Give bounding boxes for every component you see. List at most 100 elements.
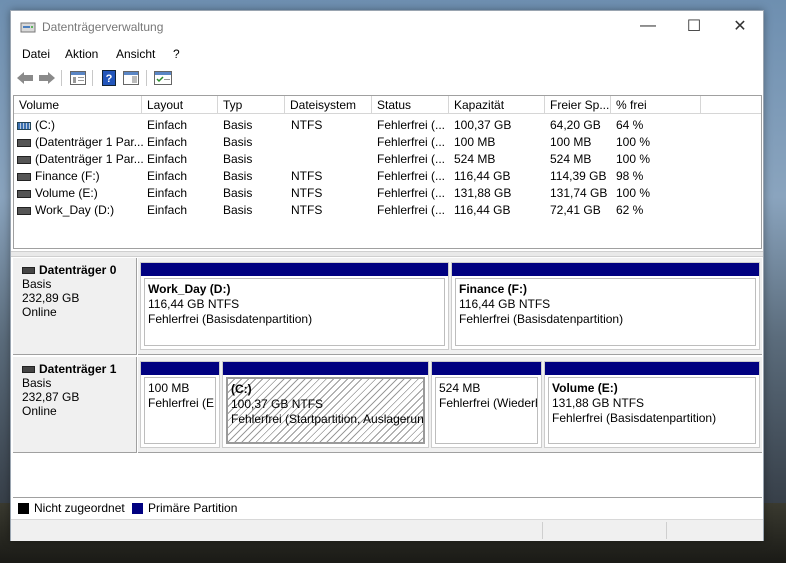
forward-button[interactable] — [38, 69, 56, 87]
partition-size: 524 MB — [439, 381, 481, 395]
cell-volume: (Datenträger 1 Par... — [17, 134, 144, 151]
cell-type: Basis — [223, 152, 253, 166]
column-header-capacity[interactable]: Kapazität — [449, 96, 545, 114]
partition-body: 524 MB Fehlerfrei (Wiederh — [435, 377, 538, 444]
column-header-free-space[interactable]: Freier Sp... — [545, 96, 611, 114]
volume-name: Finance (F:) — [35, 169, 100, 183]
cell-type: Basis — [223, 169, 253, 183]
partition-body: Work_Day (D:) 116,44 GB NTFS Fehlerfrei … — [144, 278, 445, 346]
disk-0-label[interactable]: Datenträger 0 Basis 232,89 GB Online — [13, 258, 137, 355]
cell-layout: Einfach — [147, 135, 188, 149]
table-row[interactable]: (Datenträger 1 Par... Einfach Basis Fehlerf… — [14, 134, 761, 151]
cell-percent-free: 62 % — [616, 203, 644, 217]
cell-percent-free: 98 % — [616, 169, 644, 183]
partition-volume-e[interactable]: Volume (E:) 131,88 GB NTFS Fehlerfrei (B… — [544, 361, 760, 448]
unallocated-legend-label: Nicht zugeordnet — [34, 501, 125, 515]
volume-name: Volume (E:) — [35, 186, 98, 200]
cell-filesystem: NTFS — [291, 118, 323, 132]
partition-size: 100 MB — [148, 381, 190, 395]
partition-size: 116,44 GB NTFS — [459, 297, 551, 311]
status-bar-divider — [542, 522, 543, 539]
volume-icon — [17, 189, 31, 198]
table-row[interactable]: (Datenträger 1 Par... Einfach Basis Fehlerf… — [14, 151, 761, 168]
toolbar-separator — [146, 70, 147, 86]
partition-status: Fehlerfrei (EF — [148, 396, 216, 410]
partition-body: (C:) 100,37 GB NTFS Fehlerfrei (Startpar… — [226, 377, 425, 444]
help-button[interactable]: ? — [100, 69, 118, 87]
disk-0-title: Datenträger 0 — [22, 263, 136, 277]
table-row[interactable]: Finance (F:) Einfach Basis NTFS Fehlerfrei (… — [14, 168, 761, 185]
cell-status: Fehlerfrei (... — [377, 186, 446, 200]
column-header-filler — [701, 96, 761, 114]
settings-button[interactable] — [154, 69, 172, 87]
disk-1-state: Online — [22, 404, 57, 418]
table-row[interactable]: Work_Day (D:) Einfach Basis NTFS Fehlerfrei … — [14, 202, 761, 219]
primary-partition-legend-swatch — [132, 503, 143, 514]
cell-free-space: 72,41 GB — [550, 203, 601, 217]
status-bar — [11, 519, 763, 541]
column-header-filesystem[interactable]: Dateisystem — [285, 96, 372, 114]
menu-view[interactable]: Ansicht — [116, 47, 155, 61]
show-hide-button[interactable] — [122, 69, 140, 87]
partition-recovery[interactable]: 524 MB Fehlerfrei (Wiederh — [431, 361, 542, 448]
pane-splitter[interactable] — [11, 251, 763, 257]
disk-0-name: Datenträger 0 — [39, 263, 117, 277]
primary-partition-legend-label: Primäre Partition — [148, 501, 238, 515]
cell-volume: (C:) — [17, 117, 55, 134]
legend: Nicht zugeordnet Primäre Partition — [13, 497, 762, 517]
disk-1-title: Datenträger 1 — [22, 362, 136, 376]
cell-layout: Einfach — [147, 118, 188, 132]
close-button[interactable]: ✕ — [717, 11, 763, 41]
partition-status: Fehlerfrei (Wiederh — [439, 396, 538, 410]
table-row[interactable]: (C:) Einfach Basis NTFS Fehlerfrei (... 100,3… — [14, 117, 761, 134]
toolbar-separator — [61, 70, 62, 86]
cell-percent-free: 100 % — [616, 135, 651, 149]
column-header-percent-free[interactable]: % frei — [611, 96, 701, 114]
column-header-status[interactable]: Status — [372, 96, 449, 114]
disk-icon — [22, 266, 35, 274]
cell-volume: Work_Day (D:) — [17, 202, 114, 219]
back-button[interactable] — [16, 69, 34, 87]
disk-icon — [22, 365, 35, 373]
column-header-layout[interactable]: Layout — [142, 96, 218, 114]
unallocated-legend-swatch — [18, 503, 29, 514]
volume-icon — [17, 121, 31, 130]
cell-filesystem: NTFS — [291, 186, 323, 200]
column-header-volume[interactable]: Volume — [14, 96, 142, 114]
title-bar[interactable]: Datenträgerverwaltung — ☐ ✕ — [11, 11, 763, 43]
menu-action[interactable]: Aktion — [65, 47, 98, 61]
partition-work-day[interactable]: Work_Day (D:) 116,44 GB NTFS Fehlerfrei … — [140, 262, 449, 350]
cell-capacity: 100 MB — [454, 135, 496, 149]
cell-type: Basis — [223, 203, 253, 217]
minimize-button[interactable]: — — [625, 11, 671, 41]
status-bar-divider — [666, 522, 667, 539]
partition-efi[interactable]: 100 MB Fehlerfrei (EF — [140, 361, 220, 448]
cell-layout: Einfach — [147, 152, 188, 166]
table-row[interactable]: Volume (E:) Einfach Basis NTFS Fehlerfrei (.… — [14, 185, 761, 202]
volume-icon — [17, 155, 31, 164]
cell-layout: Einfach — [147, 203, 188, 217]
partition-color-bar — [545, 362, 759, 375]
cell-free-space: 524 MB — [550, 152, 592, 166]
partition-color-bar — [223, 362, 428, 375]
menu-help[interactable]: ? — [173, 47, 180, 61]
volume-name: (Datenträger 1 Par... — [35, 135, 144, 149]
disk-0-type: Basis — [22, 277, 52, 291]
partition-size: 131,88 GB NTFS — [552, 396, 645, 410]
cell-type: Basis — [223, 118, 253, 132]
maximize-icon: ☐ — [686, 18, 702, 35]
partition-c-selected[interactable]: (C:) 100,37 GB NTFS Fehlerfrei (Startpar… — [222, 361, 429, 448]
disk-1-label[interactable]: Datenträger 1 Basis 232,87 GB Online — [13, 357, 137, 453]
cell-capacity: 131,88 GB — [454, 186, 512, 200]
column-header-type[interactable]: Typ — [218, 96, 285, 114]
volume-list[interactable]: Volume Layout Typ Dateisystem Status Kap… — [13, 95, 762, 249]
menu-file[interactable]: Datei — [22, 47, 50, 61]
disk-1-partitions: 100 MB Fehlerfrei (EF (C:) 100,37 GB NTF… — [138, 357, 762, 453]
cell-volume: Volume (E:) — [17, 185, 98, 202]
console-tree-button[interactable] — [69, 69, 87, 87]
cell-filesystem: NTFS — [291, 169, 323, 183]
partition-title: Volume (E:) — [552, 381, 618, 395]
partition-color-bar — [452, 263, 759, 276]
partition-finance[interactable]: Finance (F:) 116,44 GB NTFS Fehlerfrei (… — [451, 262, 760, 350]
maximize-button[interactable]: ☐ — [671, 11, 717, 41]
